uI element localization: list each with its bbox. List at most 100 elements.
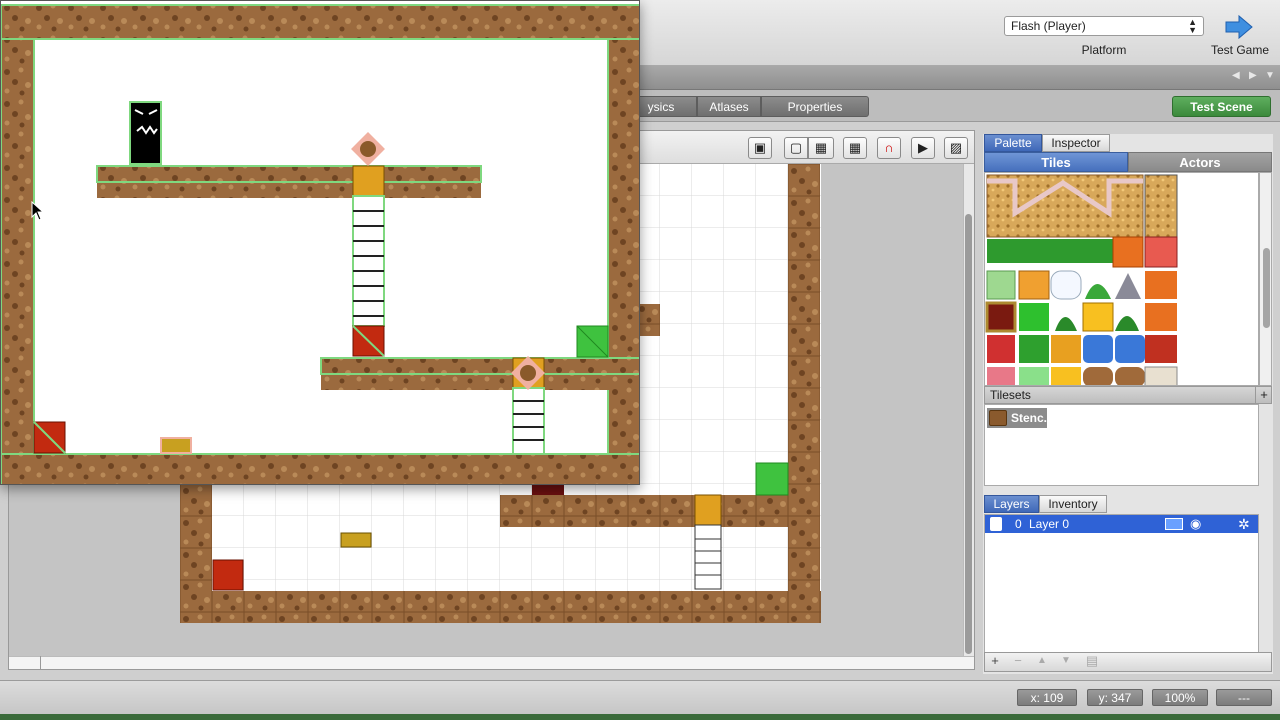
platform-select-value: Flash (Player) — [1011, 19, 1086, 33]
green-block-tile — [755, 462, 789, 496]
layers-footer — [984, 652, 1272, 672]
stone-tile[interactable] — [1144, 366, 1178, 386]
crate-tile — [532, 484, 564, 495]
orange-tile[interactable] — [1018, 270, 1050, 300]
layers-list — [984, 514, 1259, 654]
screenshot-icon[interactable]: ▣ — [748, 137, 772, 159]
palette-scroll-thumb[interactable] — [1263, 248, 1270, 328]
tab-atlases[interactable]: Atlases — [697, 96, 761, 117]
move-down-icon[interactable]: ▼ — [1057, 654, 1075, 669]
duplicate-layer-icon[interactable]: ▤ — [1083, 654, 1101, 669]
test-game-button[interactable]: Test Game — [1205, 43, 1275, 57]
dark-red-tile[interactable] — [985, 301, 1017, 333]
lava-tile[interactable] — [1112, 236, 1144, 268]
tab-actors[interactable]: Actors — [1128, 152, 1272, 172]
platform-label: Platform — [1081, 43, 1127, 57]
tile-palette[interactable] — [984, 172, 1259, 386]
back-arrow-icon[interactable]: ◀ — [1232, 70, 1240, 81]
editor-horizontal-scrollbar[interactable] — [9, 656, 974, 669]
right-arrow-icon[interactable] — [1224, 14, 1254, 40]
mouse-cursor-icon — [31, 201, 45, 221]
grid-icon[interactable]: ▦ — [808, 137, 834, 159]
tileset-name: Stenc.. — [1011, 411, 1051, 425]
vine-tile-2[interactable] — [1115, 316, 1139, 331]
yellow-tile[interactable] — [1082, 302, 1114, 332]
ceiling-tiles — [1, 4, 639, 40]
tab-properties[interactable]: Properties — [761, 96, 869, 117]
add-tileset-button[interactable]: + — [1255, 386, 1272, 404]
move-up-icon[interactable]: ▲ — [1033, 654, 1051, 669]
left-wall — [1, 38, 35, 456]
tab-palette[interactable]: Palette — [984, 134, 1042, 152]
desktop-strip — [0, 714, 1280, 720]
light-green-tile[interactable] — [986, 270, 1016, 300]
ruler-marker — [40, 656, 41, 670]
cloud-tile[interactable] — [1050, 270, 1082, 300]
spike-tile[interactable] — [1115, 273, 1141, 299]
floor-tiles — [180, 591, 821, 623]
ladder-tile — [694, 524, 722, 590]
platform-select[interactable]: Flash (Player) ▲ ▼ — [1004, 16, 1204, 36]
plant-tile[interactable] — [1085, 284, 1111, 299]
grass-small-tile[interactable] — [1083, 239, 1113, 263]
game-preview-window[interactable] — [0, 0, 640, 485]
barrel-tile[interactable] — [1083, 367, 1113, 386]
gem-green-tile[interactable] — [1019, 367, 1049, 386]
test-scene-button[interactable]: Test Scene — [1172, 96, 1271, 117]
layer-row[interactable] — [985, 515, 1258, 533]
image-icon[interactable]: ▨ — [944, 137, 968, 159]
key-pickup[interactable] — [160, 437, 192, 454]
ladder-top-tile — [694, 494, 722, 526]
chevron-updown-icon: ▲ ▼ — [1188, 17, 1197, 35]
lava-tile-3[interactable] — [1145, 303, 1177, 331]
eye-icon[interactable]: ◉ — [1190, 515, 1201, 533]
tab-inspector[interactable]: Inspector — [1042, 134, 1110, 152]
pink-tile[interactable] — [987, 367, 1015, 386]
single-grid-icon[interactable]: ▢ — [784, 137, 808, 159]
upper-ladder[interactable] — [352, 195, 385, 327]
right-wall-tiles — [788, 164, 820, 623]
layer-icon — [990, 517, 1002, 531]
red-brick-tile[interactable] — [1145, 335, 1177, 363]
barrel-tile-2[interactable] — [1115, 367, 1145, 386]
cursor-y-readout: y: 347 — [1087, 689, 1143, 706]
key-actor — [340, 532, 372, 548]
green-brick-tile[interactable] — [1019, 335, 1049, 363]
tab-inventory[interactable]: Inventory — [1039, 495, 1107, 513]
ice-tile-2[interactable] — [1115, 335, 1145, 363]
gear-icon[interactable]: ✲ — [1238, 515, 1250, 533]
remove-layer-icon[interactable]: − — [1009, 654, 1027, 669]
tab-tiles[interactable]: Tiles — [984, 152, 1128, 172]
ladder-top-upper — [352, 165, 385, 197]
grass-tiles[interactable] — [987, 239, 1083, 263]
red-block-tile — [212, 559, 244, 591]
tile-grid-icon[interactable]: ▦ — [843, 137, 867, 159]
tileset-thumbnail-icon — [989, 410, 1007, 426]
brick-tile[interactable] — [987, 335, 1015, 363]
gem-yellow-tile[interactable] — [1051, 367, 1081, 386]
tilesets-header: Tilesets — [984, 386, 1272, 404]
floor — [1, 453, 639, 484]
forward-arrow-icon[interactable]: ▶ — [1249, 70, 1257, 81]
gold-brick-tile[interactable] — [1051, 335, 1081, 363]
green-tile[interactable] — [1019, 303, 1049, 331]
sand-column-tile[interactable] — [1144, 174, 1178, 238]
zoom-readout[interactable]: 100% — [1152, 689, 1208, 706]
layer-index: 0 — [1015, 517, 1022, 531]
lava-tile-2[interactable] — [1145, 271, 1177, 299]
play-icon[interactable]: ▶ — [911, 137, 935, 159]
editor-vertical-scroll-thumb[interactable] — [965, 214, 972, 654]
chevron-down-icon[interactable]: ▼ — [1265, 70, 1275, 81]
red-tile[interactable] — [1144, 236, 1178, 268]
layer-color-swatch[interactable] — [1165, 518, 1183, 530]
lower-ladder[interactable] — [512, 387, 545, 455]
vine-tile[interactable] — [1055, 317, 1077, 331]
tab-layers[interactable]: Layers — [984, 495, 1039, 513]
ice-tile[interactable] — [1083, 335, 1113, 363]
magnet-icon[interactable]: ∩ — [877, 137, 901, 159]
tilesets-title: Tilesets — [990, 388, 1031, 402]
add-layer-icon[interactable]: + — [986, 654, 1004, 669]
cursor-x-readout: x: 109 — [1017, 689, 1077, 706]
layer-name: Layer 0 — [1029, 517, 1070, 531]
right-wall — [607, 38, 639, 456]
